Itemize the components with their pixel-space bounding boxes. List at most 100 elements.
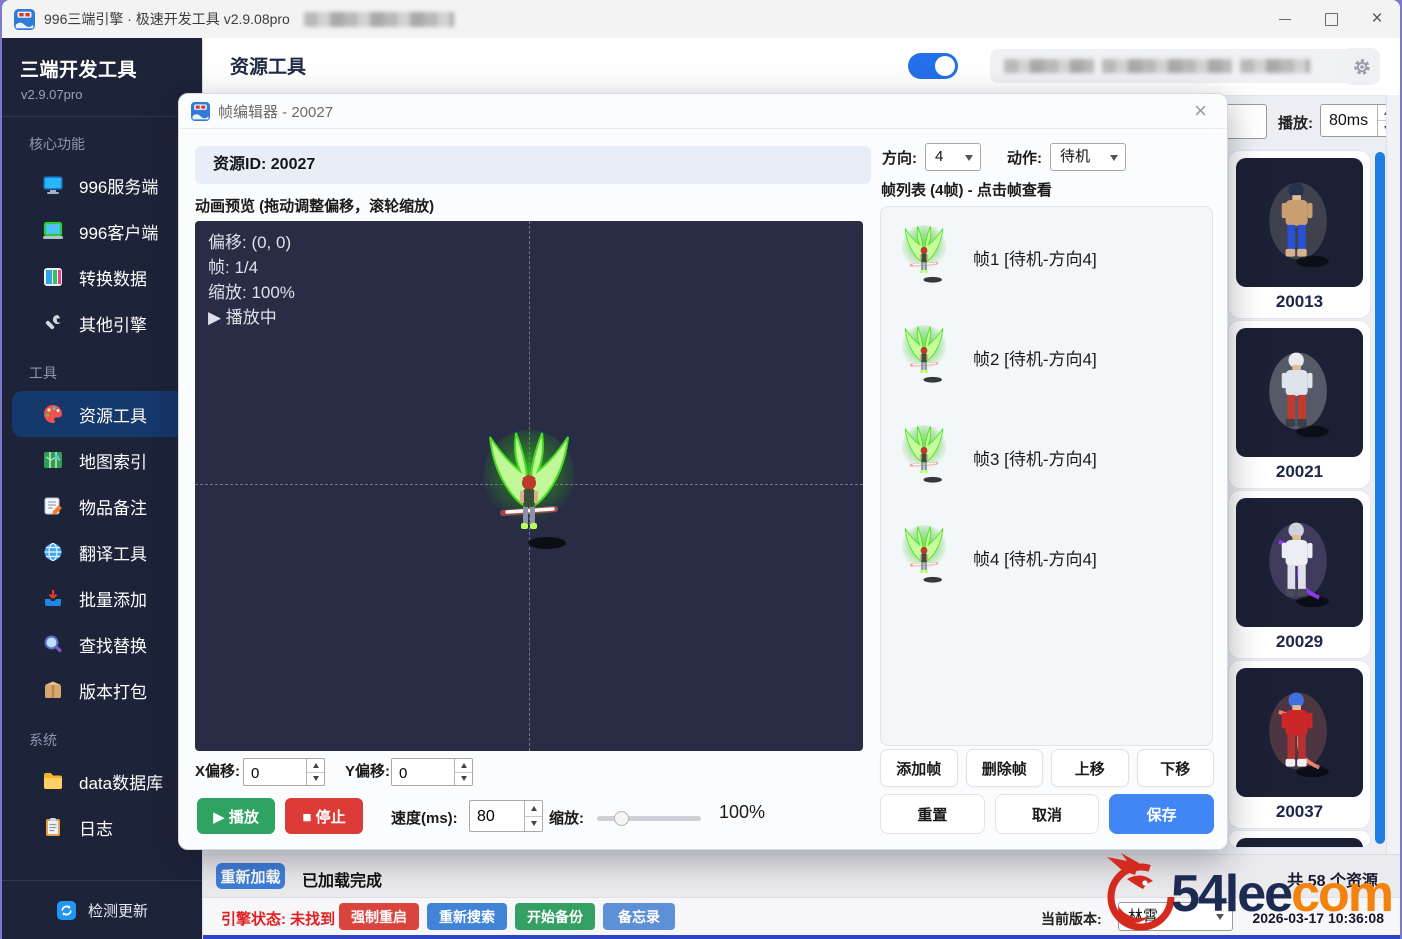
direction-label: 方向: xyxy=(882,147,917,168)
x-offset-value[interactable] xyxy=(244,759,313,787)
sidebar-item-find-replace[interactable]: 查找替换 xyxy=(2,621,202,667)
modal-close-icon[interactable]: × xyxy=(1194,98,1207,124)
resource-card-20029[interactable]: 20029 xyxy=(1228,490,1371,659)
resource-id-label: 20021 xyxy=(1236,457,1363,486)
start-backup-button[interactable]: 开始备份 xyxy=(515,903,595,930)
direction-select[interactable]: 4 xyxy=(925,143,981,171)
resource-card-partial[interactable] xyxy=(1228,830,1371,848)
chevron-down-icon xyxy=(1110,155,1118,165)
cards-scrollbar[interactable] xyxy=(1375,152,1385,844)
x-offset-input[interactable] xyxy=(243,758,325,786)
overlay-zoom: 缩放: 100% xyxy=(208,280,295,305)
frame-item-4[interactable]: 帧4 [待机-方向4] xyxy=(881,507,1212,607)
action-select[interactable]: 待机 xyxy=(1050,143,1126,171)
sidebar-item-label: 批量添加 xyxy=(79,586,147,611)
y-offset-label: Y偏移: xyxy=(345,760,390,788)
memo-button[interactable]: 备忘录 xyxy=(603,903,675,930)
force-restart-button[interactable]: 强制重启 xyxy=(339,903,419,930)
cancel-button[interactable]: 取消 xyxy=(995,794,1100,834)
reset-button[interactable]: 重置 xyxy=(880,794,985,834)
animation-preview-canvas[interactable]: 偏移: (0, 0) 帧: 1/4 缩放: 100% ▶ 播放中 xyxy=(195,221,863,751)
sidebar-item-996-client[interactable]: 996客户端 xyxy=(2,208,202,254)
move-down-button[interactable]: 下移 xyxy=(1137,749,1215,787)
y-offset-input[interactable] xyxy=(391,758,473,786)
preview-overlay: 偏移: (0, 0) 帧: 1/4 缩放: 100% ▶ 播放中 xyxy=(208,230,295,330)
speed-label: 速度(ms): xyxy=(391,807,458,828)
resource-id-label: 20029 xyxy=(1236,627,1363,656)
delete-frame-button[interactable]: 删除帧 xyxy=(966,749,1044,787)
title-bar: 996三端引擎 · 极速开发工具 v2.9.08pro × xyxy=(2,0,1400,39)
sidebar-item-map-index[interactable]: 地图索引 xyxy=(2,437,202,483)
resource-sprite xyxy=(1236,498,1363,627)
save-button[interactable]: 保存 xyxy=(1109,794,1214,834)
overlay-frame: 帧: 1/4 xyxy=(208,255,295,280)
resource-card-20037[interactable]: 20037 xyxy=(1228,660,1371,829)
resource-total-text: 共 58 个资源 xyxy=(1287,867,1378,891)
spinner-arrows[interactable] xyxy=(524,801,542,831)
sidebar-item-convert-data[interactable]: 转换数据 xyxy=(2,254,202,300)
settings-button[interactable] xyxy=(1343,48,1380,85)
minimize-button[interactable] xyxy=(1262,0,1308,38)
app-logo-icon xyxy=(14,9,35,30)
sidebar-item-resource-tool[interactable]: 资源工具 xyxy=(12,391,192,437)
frame-list: 帧1 [待机-方向4] 帧2 [待机-方向4] 帧3 [待机-方向4] 帧4 [… xyxy=(880,206,1213,746)
globe-icon xyxy=(42,541,64,563)
sidebar-item-version-pack[interactable]: 版本打包 xyxy=(2,667,202,713)
sidebar-item-996-server[interactable]: 996服务端 xyxy=(2,162,202,208)
sidebar-item-logs[interactable]: 日志 xyxy=(2,804,202,850)
sidebar-item-data-db[interactable]: data数据库 xyxy=(2,758,202,804)
resource-card-list: 20013 20021 20029 20037 xyxy=(1228,150,1371,849)
current-version-dropdown[interactable]: 林霄 xyxy=(1118,902,1233,931)
sidebar-section-core: 核心功能 xyxy=(2,117,202,162)
spinner-arrows[interactable] xyxy=(454,759,472,785)
speed-value[interactable] xyxy=(470,801,531,833)
re-search-button[interactable]: 重新搜索 xyxy=(427,903,507,930)
frame-item-label: 帧1 [待机-方向4] xyxy=(973,245,1097,270)
play-button[interactable]: ▶ 播放 xyxy=(197,798,275,834)
zoom-slider[interactable] xyxy=(597,816,701,821)
sidebar-item-batch-add[interactable]: 批量添加 xyxy=(2,575,202,621)
speed-input[interactable] xyxy=(469,800,543,832)
frame-item-3[interactable]: 帧3 [待机-方向4] xyxy=(881,407,1212,507)
play-speed-spinner[interactable]: 80ms xyxy=(1320,104,1396,137)
redacted-header-text xyxy=(990,49,1356,83)
sidebar-item-label: 资源工具 xyxy=(79,402,147,427)
sidebar-section-tools: 工具 xyxy=(2,346,202,391)
sidebar-item-item-notes[interactable]: 物品备注 xyxy=(2,483,202,529)
frame-item-1[interactable]: 帧1 [待机-方向4] xyxy=(881,207,1212,307)
frame-item-label: 帧2 [待机-方向4] xyxy=(973,345,1097,370)
window-controls: × xyxy=(1262,0,1400,38)
search-icon xyxy=(42,633,64,655)
sidebar-item-other-engines[interactable]: 其他引擎 xyxy=(2,300,202,346)
reload-button[interactable]: 重新加载 xyxy=(216,863,285,889)
zoom-slider-thumb[interactable] xyxy=(614,811,629,826)
stop-button[interactable]: ■ 停止 xyxy=(285,798,363,834)
folder-icon xyxy=(42,770,64,792)
window-title: 996三端引擎 · 极速开发工具 v2.9.08pro xyxy=(44,9,290,29)
frame-item-2[interactable]: 帧2 [待机-方向4] xyxy=(881,307,1212,407)
header-toggle[interactable] xyxy=(908,53,958,79)
frame-list-label: 帧列表 (4帧) - 点击帧查看 xyxy=(881,179,1052,200)
resource-card-20013[interactable]: 20013 xyxy=(1228,150,1371,319)
zoom-percent: 100% xyxy=(719,802,765,823)
sidebar-check-update[interactable]: 检测更新 xyxy=(2,880,202,939)
close-button[interactable]: × xyxy=(1354,0,1400,38)
load-status-text: 已加载完成 xyxy=(302,867,382,891)
preview-sprite xyxy=(459,421,599,571)
update-icon xyxy=(56,899,78,921)
play-speed-value: 80ms xyxy=(1329,112,1368,129)
overlay-status: ▶ 播放中 xyxy=(208,305,295,330)
panel-scrollbar-track[interactable] xyxy=(1386,95,1400,855)
y-offset-value[interactable] xyxy=(392,759,461,787)
sidebar-item-label: 翻译工具 xyxy=(79,540,147,565)
frame-thumb-sprite xyxy=(895,218,953,296)
maximize-button[interactable] xyxy=(1308,0,1354,38)
resource-card-20021[interactable]: 20021 xyxy=(1228,320,1371,489)
current-version-label: 当前版本: xyxy=(1041,909,1102,929)
add-frame-button[interactable]: 添加帧 xyxy=(880,749,958,787)
spinner-arrows[interactable] xyxy=(306,759,324,785)
frame-thumb-sprite xyxy=(895,418,953,496)
move-up-button[interactable]: 上移 xyxy=(1051,749,1129,787)
sidebar: 三端开发工具 v2.9.07pro 核心功能 996服务端 996客户端 转换数… xyxy=(2,38,202,939)
sidebar-item-translate-tool[interactable]: 翻译工具 xyxy=(2,529,202,575)
